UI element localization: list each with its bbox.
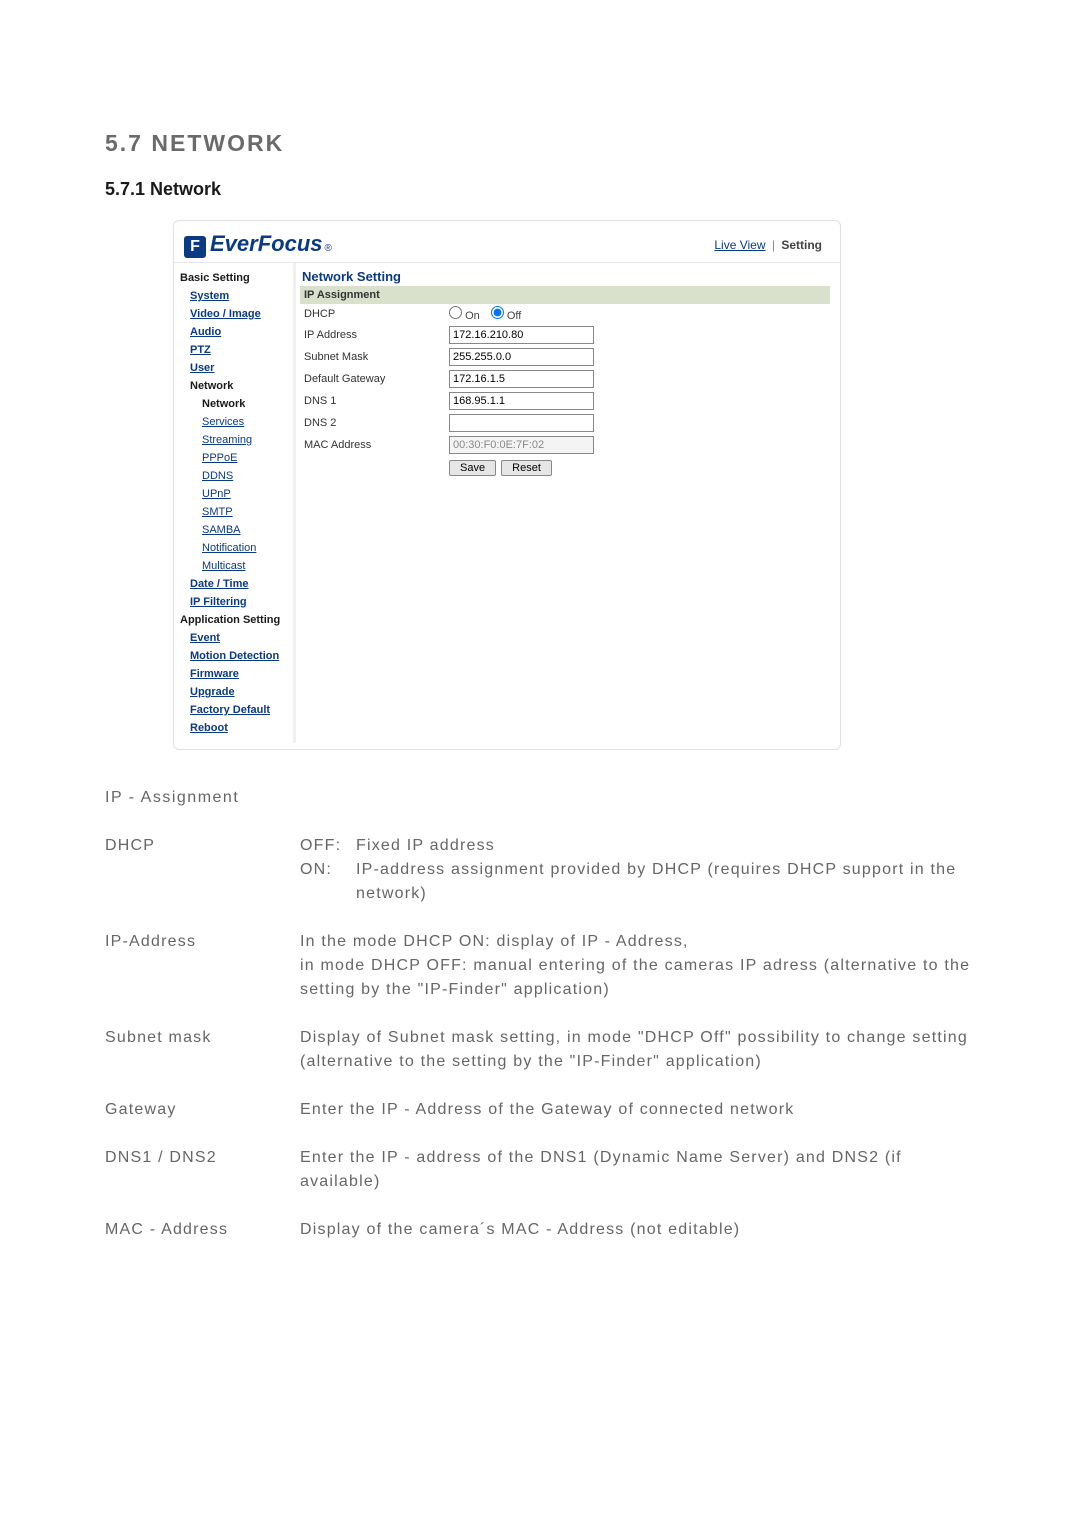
logo-mark-icon: F	[184, 236, 206, 258]
page-subheading: 5.7.1 Network	[105, 179, 975, 200]
desc-ip-address: In the mode DHCP ON: display of IP - Add…	[300, 930, 975, 1002]
sidebar-group-application: Application Setting	[180, 611, 289, 629]
sidebar-item-ip-filtering[interactable]: IP Filtering	[180, 593, 289, 611]
sidebar-item-event[interactable]: Event	[180, 629, 289, 647]
sidebar-sub-smtp[interactable]: SMTP	[180, 503, 289, 521]
section-bar-ip-assignment: IP Assignment	[300, 286, 830, 304]
dns1-input[interactable]	[449, 392, 594, 410]
sidebar-item-system[interactable]: System	[180, 287, 289, 305]
default-gateway-input[interactable]	[449, 370, 594, 388]
dhcp-off-label: Off	[507, 310, 521, 322]
term-mac-address: MAC - Address	[105, 1218, 300, 1242]
doc-subtitle: IP - Assignment	[105, 786, 975, 810]
dhcp-off-key: OFF:	[300, 834, 356, 858]
dhcp-label: DHCP	[304, 308, 449, 320]
sidebar-item-video-image[interactable]: Video / Image	[180, 305, 289, 323]
sidebar-sub-pppoe[interactable]: PPPoE	[180, 449, 289, 467]
setting-link[interactable]: Setting	[781, 238, 822, 252]
term-subnet-mask: Subnet mask	[105, 1026, 300, 1074]
sidebar-item-date-time[interactable]: Date / Time	[180, 575, 289, 593]
dhcp-off-text: Fixed IP address	[356, 834, 495, 858]
term-ip-address: IP-Address	[105, 930, 300, 1002]
dhcp-on-text: IP-address assignment provided by DHCP (…	[356, 858, 975, 906]
sidebar-item-upgrade[interactable]: Upgrade	[180, 683, 289, 701]
sidebar-sub-ddns[interactable]: DDNS	[180, 467, 289, 485]
reset-button[interactable]: Reset	[501, 460, 552, 476]
logo-text: EverFocus	[210, 231, 323, 257]
brand-logo: F EverFocus ®	[184, 231, 332, 258]
app-screenshot: F EverFocus ® Live View | Setting Basic …	[173, 220, 841, 750]
term-gateway: Gateway	[105, 1098, 300, 1122]
logo-registered-icon: ®	[325, 243, 332, 254]
dns2-label: DNS 2	[304, 417, 449, 429]
content-panel: Network Setting IP Assignment DHCP On Of…	[296, 263, 840, 743]
default-gateway-label: Default Gateway	[304, 373, 449, 385]
sidebar-sub-multicast[interactable]: Multicast	[180, 557, 289, 575]
content-title: Network Setting	[300, 267, 830, 284]
doc-body: IP - Assignment DHCP OFF: Fixed IP addre…	[105, 786, 975, 1242]
sidebar-item-network[interactable]: Network	[180, 377, 289, 395]
dns2-input[interactable]	[449, 414, 594, 432]
desc-subnet-mask: Display of Subnet mask setting, in mode …	[300, 1026, 975, 1074]
separator: |	[772, 238, 775, 252]
subnet-mask-label: Subnet Mask	[304, 351, 449, 363]
dhcp-on-label: On	[465, 310, 480, 322]
sidebar-sub-samba[interactable]: SAMBA	[180, 521, 289, 539]
sidebar-sub-streaming[interactable]: Streaming	[180, 431, 289, 449]
sidebar-sub-network[interactable]: Network	[180, 395, 289, 413]
subnet-mask-input[interactable]	[449, 348, 594, 366]
ip-address-input[interactable]	[449, 326, 594, 344]
sidebar-item-motion-detection[interactable]: Motion Detection	[180, 647, 289, 665]
sidebar-sub-services[interactable]: Services	[180, 413, 289, 431]
sidebar-group-basic: Basic Setting	[180, 269, 289, 287]
sidebar-item-factory-default[interactable]: Factory Default	[180, 701, 289, 719]
mac-address-label: MAC Address	[304, 439, 449, 451]
app-header: F EverFocus ® Live View | Setting	[174, 221, 840, 263]
sidebar: Basic Setting System Video / Image Audio…	[174, 263, 296, 743]
dhcp-off-radio[interactable]	[491, 306, 504, 319]
sidebar-sub-upnp[interactable]: UPnP	[180, 485, 289, 503]
sidebar-item-audio[interactable]: Audio	[180, 323, 289, 341]
term-dhcp: DHCP	[105, 834, 300, 906]
ip-address-label: IP Address	[304, 329, 449, 341]
sidebar-sub-notification[interactable]: Notification	[180, 539, 289, 557]
desc-mac-address: Display of the camera´s MAC - Address (n…	[300, 1218, 975, 1242]
live-view-link[interactable]: Live View	[714, 238, 765, 252]
sidebar-item-reboot[interactable]: Reboot	[180, 719, 289, 737]
mac-address-field	[449, 436, 594, 454]
desc-gateway: Enter the IP - Address of the Gateway of…	[300, 1098, 975, 1122]
dhcp-on-radio[interactable]	[449, 306, 462, 319]
dns1-label: DNS 1	[304, 395, 449, 407]
sidebar-item-user[interactable]: User	[180, 359, 289, 377]
dhcp-on-key: ON:	[300, 858, 356, 906]
term-dns: DNS1 / DNS2	[105, 1146, 300, 1194]
page-heading: 5.7 NETWORK	[105, 130, 975, 157]
sidebar-item-firmware[interactable]: Firmware	[180, 665, 289, 683]
sidebar-item-ptz[interactable]: PTZ	[180, 341, 289, 359]
desc-dns: Enter the IP - address of the DNS1 (Dyna…	[300, 1146, 975, 1194]
save-button[interactable]: Save	[449, 460, 496, 476]
